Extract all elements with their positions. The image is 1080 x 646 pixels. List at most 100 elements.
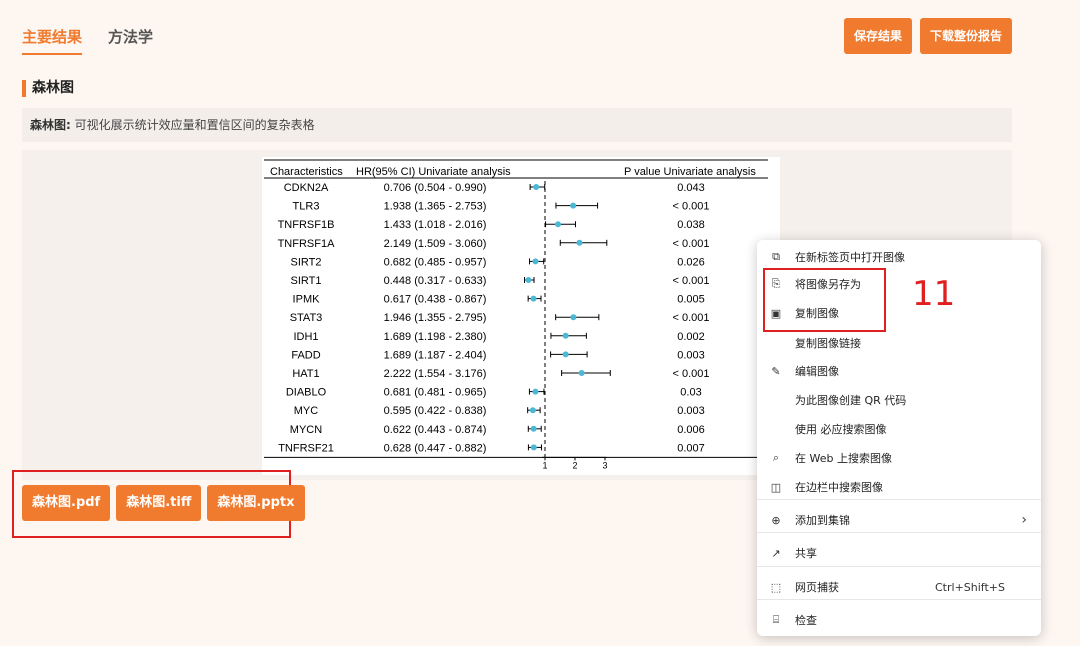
description-label: 森林图: xyxy=(30,118,71,132)
row-name: IDH1 xyxy=(293,331,318,343)
x-tick-label: 1 xyxy=(542,460,547,470)
row-name: TNFRSF1B xyxy=(278,219,335,231)
row-hr-ci: 2.222 (1.554 - 3.176) xyxy=(384,368,487,380)
row-p-value: 0.002 xyxy=(677,331,705,343)
row-p-value: 0.038 xyxy=(677,219,705,231)
row-name: SIRT1 xyxy=(291,275,322,287)
row-hr-ci: 0.617 (0.438 - 0.867) xyxy=(384,294,487,306)
result-tabs: 主要结果 方法学 xyxy=(22,26,153,55)
row-name: MYC xyxy=(294,405,319,417)
tab-methodology[interactable]: 方法学 xyxy=(108,26,153,55)
menu-separator xyxy=(757,499,1041,500)
row-p-value: 0.006 xyxy=(677,424,705,436)
menu-item-0[interactable]: ⧉ 在新标签页中打开图像 xyxy=(757,243,1041,271)
menu-item-label: 为此图像创建 QR 代码 xyxy=(795,394,907,407)
hr-point xyxy=(562,332,569,339)
web-search-icon: ⌕ xyxy=(772,451,780,464)
menu-item-4[interactable]: ✎ 编辑图像 xyxy=(757,357,1041,385)
row-hr-ci: 0.628 (0.447 - 0.882) xyxy=(384,442,487,454)
menu-item-5[interactable]: 为此图像创建 QR 代码 xyxy=(757,386,1041,414)
tab-main-results[interactable]: 主要结果 xyxy=(22,26,83,55)
menu-item-label: 编辑图像 xyxy=(795,365,839,378)
hr-point xyxy=(578,370,585,376)
row-p-value: 0.043 xyxy=(677,182,705,194)
row-name: HAT1 xyxy=(292,368,319,380)
hr-point xyxy=(570,314,577,321)
hr-point xyxy=(576,239,583,246)
row-hr-ci: 1.938 (1.365 - 2.753) xyxy=(384,201,487,213)
menu-item-6[interactable]: 使用 必应搜索图像 xyxy=(757,415,1041,443)
menu-icon-placeholder xyxy=(769,336,783,350)
hr-point xyxy=(530,425,537,432)
menu-item-11[interactable]: ⬚ 网页捕获 Ctrl+Shift+S xyxy=(757,573,1041,601)
row-p-value: 0.005 xyxy=(677,294,705,306)
row-hr-ci: 1.946 (1.355 - 2.795) xyxy=(384,312,487,324)
menu-item-12[interactable]: ⌸ 检查 xyxy=(757,606,1041,634)
hr-point xyxy=(533,184,540,190)
menu-item-label: 复制图像链接 xyxy=(795,337,861,350)
section-title: 森林图 xyxy=(22,80,74,97)
menu-item-label: 检查 xyxy=(795,614,817,627)
download-pdf-button[interactable]: 森林图.pdf xyxy=(22,485,111,521)
inspect-icon: ⌸ xyxy=(772,613,780,626)
section-description: 森林图: 可视化展示统计效应量和置信区间的复杂表格 xyxy=(22,108,1012,142)
hr-point xyxy=(570,202,577,209)
annotation-number: 11 xyxy=(912,274,956,314)
menu-item-10[interactable]: ↗ 共享 xyxy=(757,539,1041,567)
forest-plot-svg: Characteristics HR(95% CI) Univariate ana… xyxy=(264,159,768,470)
menu-separator xyxy=(757,566,1041,567)
row-hr-ci: 0.595 (0.422 - 0.838) xyxy=(384,405,487,417)
collections-icon: ⊕ xyxy=(771,513,781,527)
menu-item-7[interactable]: ⌕ 在 Web 上搜索图像 xyxy=(757,444,1041,472)
hr-point xyxy=(532,258,539,265)
row-name: MYCN xyxy=(290,424,322,436)
row-hr-ci: 1.689 (1.187 - 2.404) xyxy=(384,349,487,361)
hr-point xyxy=(529,407,536,414)
row-p-value: < 0.001 xyxy=(672,368,709,380)
download-report-button[interactable]: 下载整份报告 xyxy=(919,18,1012,54)
row-name: SIRT2 xyxy=(291,256,322,268)
row-name: STAT3 xyxy=(290,312,323,324)
col-header-characteristics: Characteristics xyxy=(270,166,343,178)
menu-item-label: 在新标签页中打开图像 xyxy=(795,251,905,264)
menu-item-label: 网页捕获 xyxy=(795,581,839,594)
row-hr-ci: 0.706 (0.504 - 0.990) xyxy=(384,182,487,194)
download-tiff-button[interactable]: 森林图.tiff xyxy=(116,485,202,521)
menu-item-label: 添加到集锦 xyxy=(795,514,850,527)
menu-item-8[interactable]: ◫ 在边栏中搜索图像 xyxy=(757,473,1041,501)
row-hr-ci: 0.681 (0.481 - 0.965) xyxy=(384,387,487,399)
menu-item-3[interactable]: 复制图像链接 xyxy=(757,329,1041,357)
col-header-hr: HR(95% CI) Univariate analysis xyxy=(356,166,511,178)
description-text: 可视化展示统计效应量和置信区间的复杂表格 xyxy=(70,118,315,132)
row-name: CDKN2A xyxy=(284,182,329,194)
menu-item-label: 在 Web 上搜索图像 xyxy=(795,452,892,465)
row-name: TLR3 xyxy=(293,201,320,213)
row-hr-ci: 1.433 (1.018 - 2.016) xyxy=(384,219,487,231)
hr-point xyxy=(562,351,569,358)
row-p-value: 0.007 xyxy=(677,442,705,454)
menu-item-9[interactable]: ⊕ 添加到集锦 › xyxy=(757,506,1041,534)
menu-item-label: 在边栏中搜索图像 xyxy=(795,481,883,494)
save-results-button[interactable]: 保存结果 xyxy=(843,18,912,54)
menu-item-label: 使用 必应搜索图像 xyxy=(795,423,887,436)
open-new-tab-icon: ⧉ xyxy=(772,250,780,263)
row-name: TNFRSF21 xyxy=(278,442,334,454)
row-p-value: 0.026 xyxy=(677,256,705,268)
row-name: IPMK xyxy=(293,294,321,306)
row-hr-ci: 0.622 (0.443 - 0.874) xyxy=(384,424,487,436)
download-pptx-button[interactable]: 森林图.pptx xyxy=(207,485,305,521)
chevron-right-icon: › xyxy=(1021,512,1027,528)
row-name: DIABLO xyxy=(286,387,327,399)
x-tick-label: 2 xyxy=(572,460,577,470)
x-tick-label: 3 xyxy=(602,460,607,470)
menu-icon-placeholder xyxy=(769,393,783,407)
hr-point xyxy=(530,295,537,302)
screenshot-icon: ⬚ xyxy=(770,580,782,594)
forest-plot-image[interactable]: Characteristics HR(95% CI) Univariate ana… xyxy=(262,157,780,475)
menu-item-shortcut: Ctrl+Shift+S xyxy=(935,580,1005,594)
menu-highlight-box xyxy=(763,268,886,332)
row-p-value: < 0.001 xyxy=(672,238,709,250)
menu-icon-placeholder xyxy=(769,422,783,436)
hr-point xyxy=(532,388,539,395)
row-hr-ci: 1.689 (1.198 - 2.380) xyxy=(384,331,487,343)
